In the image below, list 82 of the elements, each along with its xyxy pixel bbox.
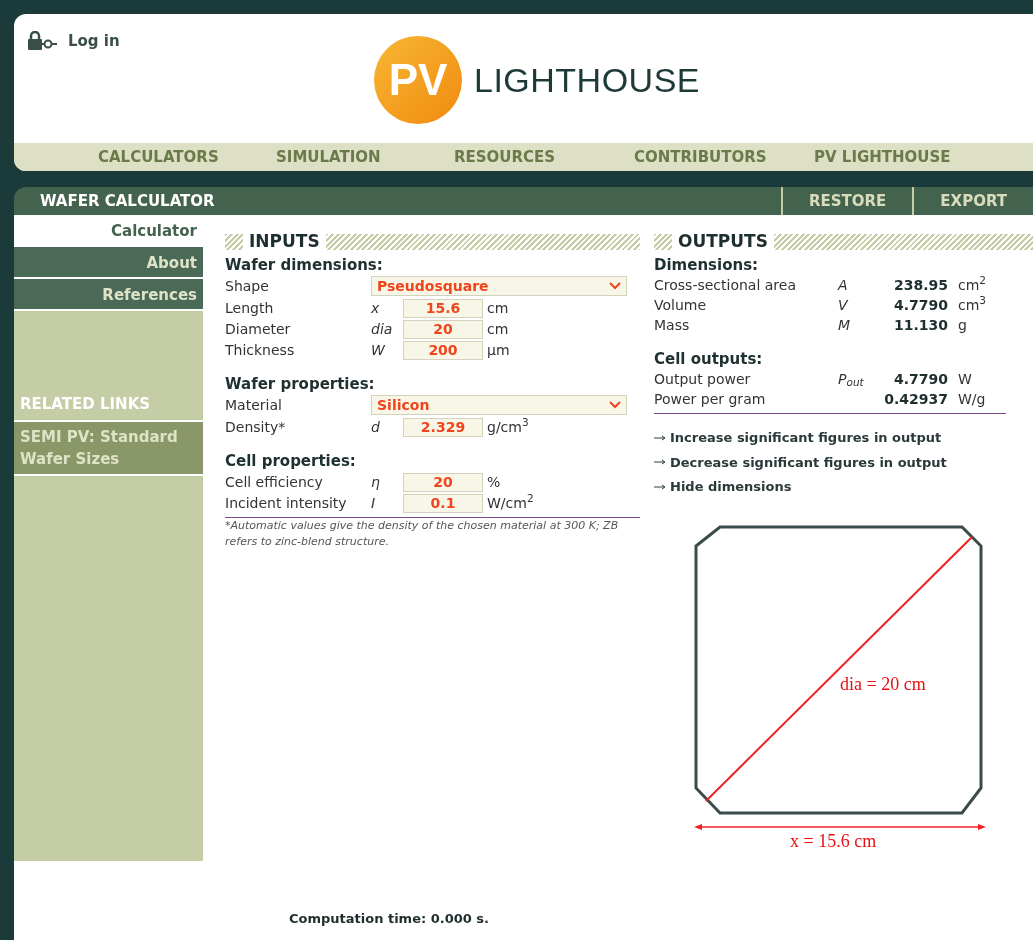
unit-label: cm$^{2}$ [958, 274, 987, 295]
symbol-label: η [371, 472, 381, 492]
symbol-label: x [371, 298, 381, 318]
unit-label: g/cm$^{3}$ [487, 416, 529, 437]
field-label: Cell efficiency [225, 472, 324, 492]
unit-label: W [958, 369, 972, 389]
section-title: INPUTS [249, 230, 320, 254]
arrow-icon [654, 434, 666, 441]
output-label: Mass [654, 315, 691, 335]
output-label: Cross-sectional area [654, 275, 797, 295]
unit-label: cm$^{3}$ [958, 294, 987, 315]
unit-label: µm [487, 340, 510, 360]
number-field[interactable]: 20 [403, 472, 483, 492]
group-heading: Wafer properties: [225, 374, 376, 394]
output-value: 11.130 [892, 315, 948, 335]
logo-mark: PV [388, 56, 448, 104]
unit-label: W/cm$^{2}$ [487, 492, 534, 513]
symbol-label: M [838, 315, 852, 335]
number-field[interactable]: 20 [403, 319, 483, 339]
width-label: x = 15.6 cm [790, 830, 877, 851]
arrow-icon [654, 459, 666, 466]
login-link[interactable]: Log in [26, 30, 120, 53]
hatch-bar [225, 234, 243, 250]
unit-label: cm [487, 298, 509, 318]
sidebar-tab[interactable]: About [14, 247, 203, 279]
dropdown[interactable]: Pseudosquare [371, 276, 627, 296]
output-link[interactable]: Increase significant figures in output [654, 428, 1033, 448]
symbol-label: A [838, 275, 849, 295]
computation-time: Computation time: 0.000 s. [289, 910, 490, 928]
output-value: 4.7790 [892, 295, 948, 315]
dropdown[interactable]: Silicon [371, 395, 627, 415]
output-label: Volume [654, 295, 708, 315]
unit-label: cm [487, 319, 509, 339]
output-label: Output power [654, 369, 752, 389]
symbol-label: P$_{out}$ [838, 369, 865, 390]
number-field[interactable]: 200 [403, 340, 483, 360]
sidebar-tab[interactable]: Calculator [14, 215, 203, 247]
symbol-label: V [838, 295, 849, 315]
field-label: Thickness [225, 340, 296, 360]
unit-label: % [487, 472, 501, 492]
chevron-icon [609, 282, 621, 290]
nav-link[interactable]: CONTRIBUTORS [634, 145, 767, 169]
section-title: OUTPUTS [678, 230, 768, 254]
nav-link[interactable]: RESOURCES [454, 145, 556, 169]
symbol-label: I [371, 493, 377, 513]
group-heading: Dimensions: [654, 255, 760, 275]
unit-label: g [958, 315, 967, 335]
output-value: 4.7790 [892, 369, 948, 389]
field-label: Diameter [225, 319, 292, 339]
chevron-icon [609, 401, 621, 409]
field-label: Material [225, 395, 283, 415]
lock-key-icon [26, 31, 58, 52]
symbol-label: d [371, 417, 381, 437]
group-heading: Cell properties: [225, 451, 357, 471]
nav-link[interactable]: SIMULATION [276, 145, 381, 169]
page-title: WAFER CALCULATOR [39, 190, 216, 212]
hatch-bar [654, 234, 672, 250]
field-label: Length [225, 298, 275, 318]
number-field[interactable]: 0.1 [403, 493, 483, 513]
diameter-label: dia = 20 cm [840, 673, 926, 694]
group-heading: Wafer dimensions: [225, 255, 384, 275]
symbol-label: dia [371, 319, 394, 339]
nav-link[interactable]: PV LIGHTHOUSE [814, 145, 951, 169]
field-label: Shape [225, 276, 270, 296]
unit-label: W/g [958, 389, 986, 409]
output-label: Power per gram [654, 389, 767, 409]
group-heading: Cell outputs: [654, 349, 764, 369]
output-link[interactable]: Decrease significant figures in output [654, 452, 1033, 472]
footnote: *Automatic values give the density of the chosen material at 300 K; ZB refers to zinc-blend structure. [225, 518, 620, 550]
logo-text: LIGHTHOUSE [474, 59, 701, 101]
nav-link[interactable]: CALCULATORS [98, 145, 219, 169]
arrow-icon [654, 483, 666, 490]
number-field[interactable]: 2.329 [403, 417, 483, 437]
output-value: 0.42937 [883, 389, 948, 409]
field-label: Density* [225, 417, 287, 437]
symbol-label: W [371, 340, 386, 360]
number-field[interactable]: 15.6 [403, 298, 483, 318]
related-link[interactable]: SEMI PV: Standard Wafer Sizes [14, 421, 203, 476]
output-link[interactable]: Hide dimensions [654, 477, 1033, 497]
field-label: Incident intensity [225, 493, 348, 513]
output-value: 238.95 [892, 275, 948, 295]
sidebar-tab[interactable]: References [14, 279, 203, 311]
